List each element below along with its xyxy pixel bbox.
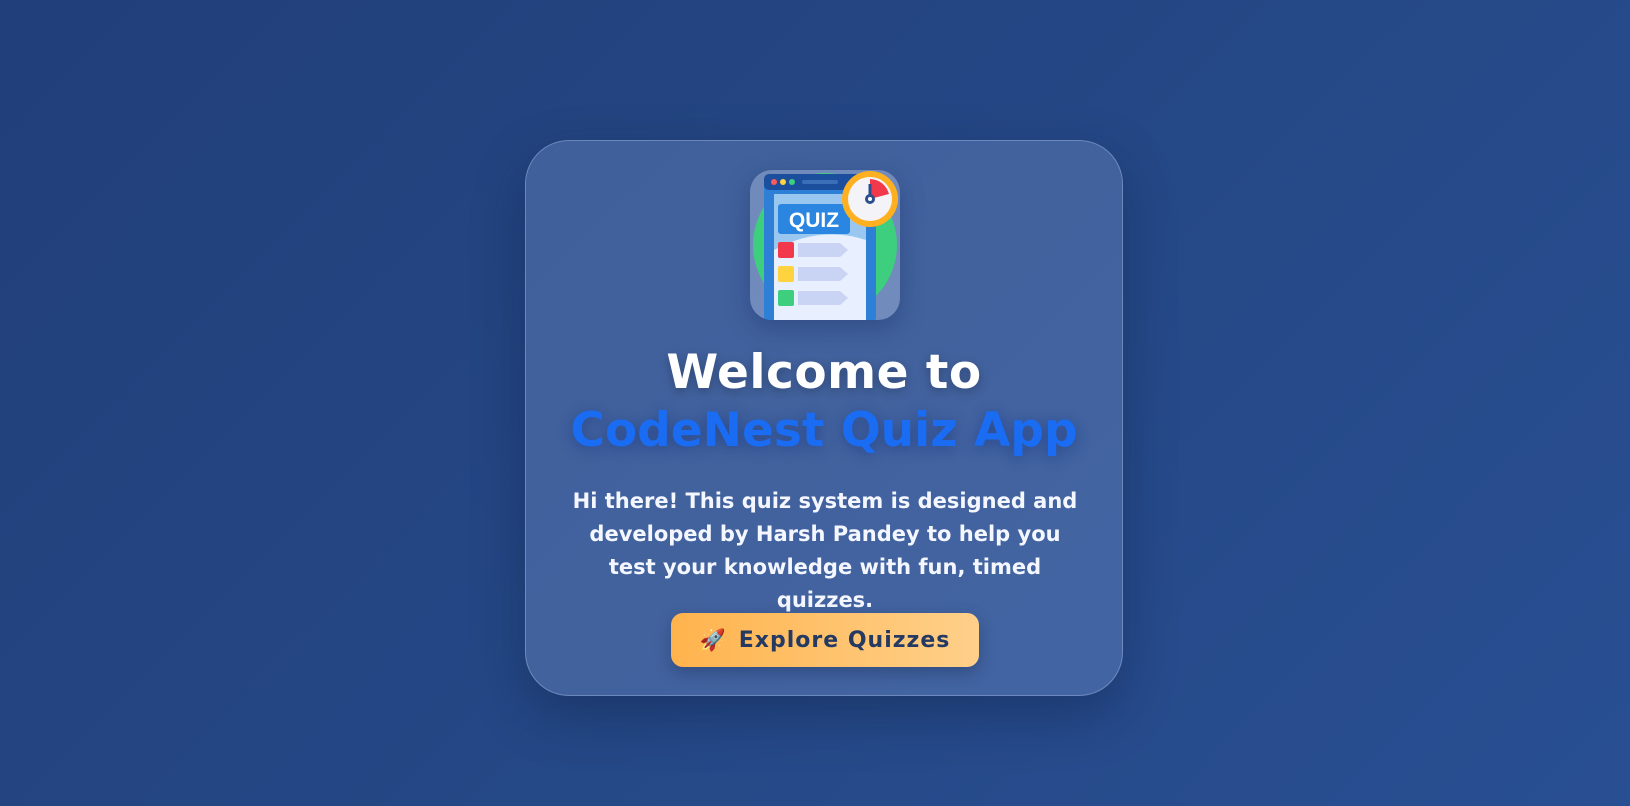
explore-quizzes-label: Explore Quizzes — [738, 627, 951, 653]
quiz-clipboard-icon: QUIZ — [753, 171, 898, 320]
welcome-card: QUIZ Welcome to CodeNest Quiz App Hi the… — [525, 140, 1123, 696]
welcome-heading: Welcome to — [666, 345, 982, 400]
quiz-logo: QUIZ — [750, 170, 900, 320]
intro-description: Hi there! This quiz system is designed a… — [572, 489, 1078, 612]
app-name-heading: CodeNest Quiz App — [570, 403, 1078, 458]
explore-quizzes-button[interactable]: 🚀 Explore Quizzes — [671, 613, 979, 667]
rocket-icon: 🚀 — [699, 627, 727, 652]
quiz-logo-label: QUIZ — [789, 209, 839, 232]
